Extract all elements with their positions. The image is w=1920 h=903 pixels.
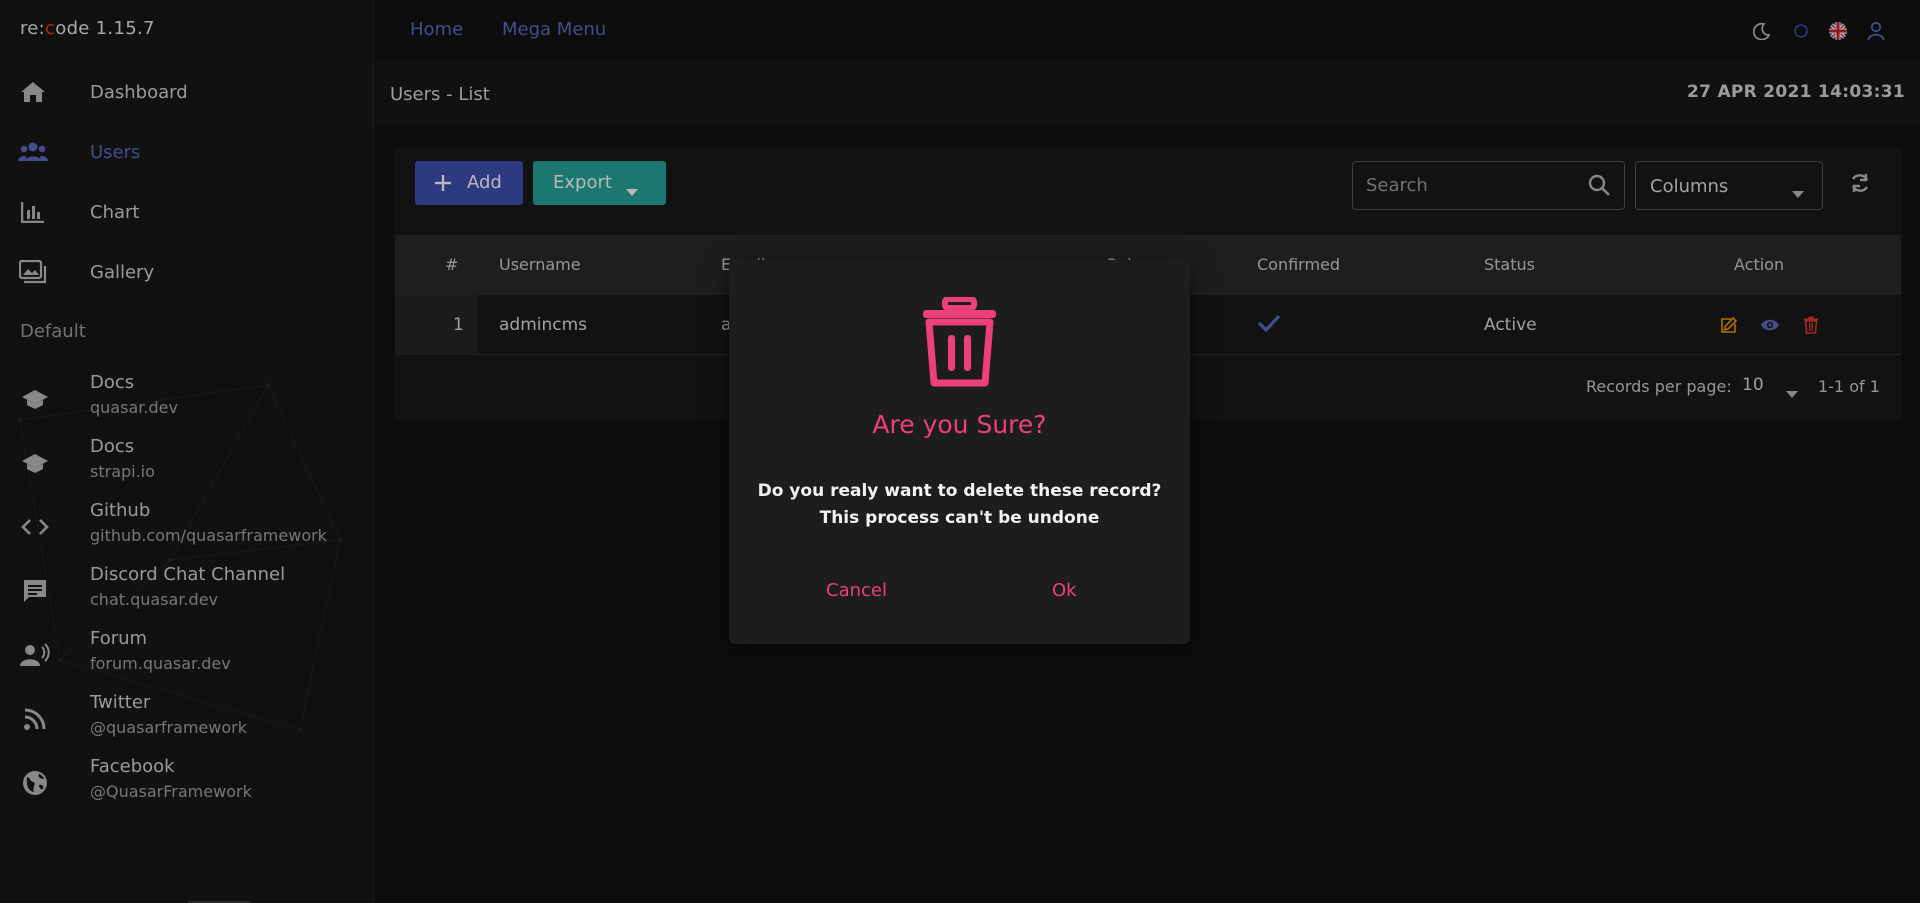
dialog-message-line-1: Do you realy want to delete these record… bbox=[757, 481, 1162, 501]
dialog-title: Are you Sure? bbox=[872, 410, 1047, 439]
ok-button[interactable]: Ok bbox=[1052, 580, 1077, 601]
dialog-message-line-2: This process can't be undone bbox=[819, 508, 1100, 528]
trash-icon bbox=[921, 296, 998, 391]
dialog-message: Do you realy want to delete these record… bbox=[729, 478, 1190, 532]
cancel-button[interactable]: Cancel bbox=[826, 580, 887, 601]
delete-confirm-dialog: Are you Sure? Do you realy want to delet… bbox=[729, 260, 1190, 644]
